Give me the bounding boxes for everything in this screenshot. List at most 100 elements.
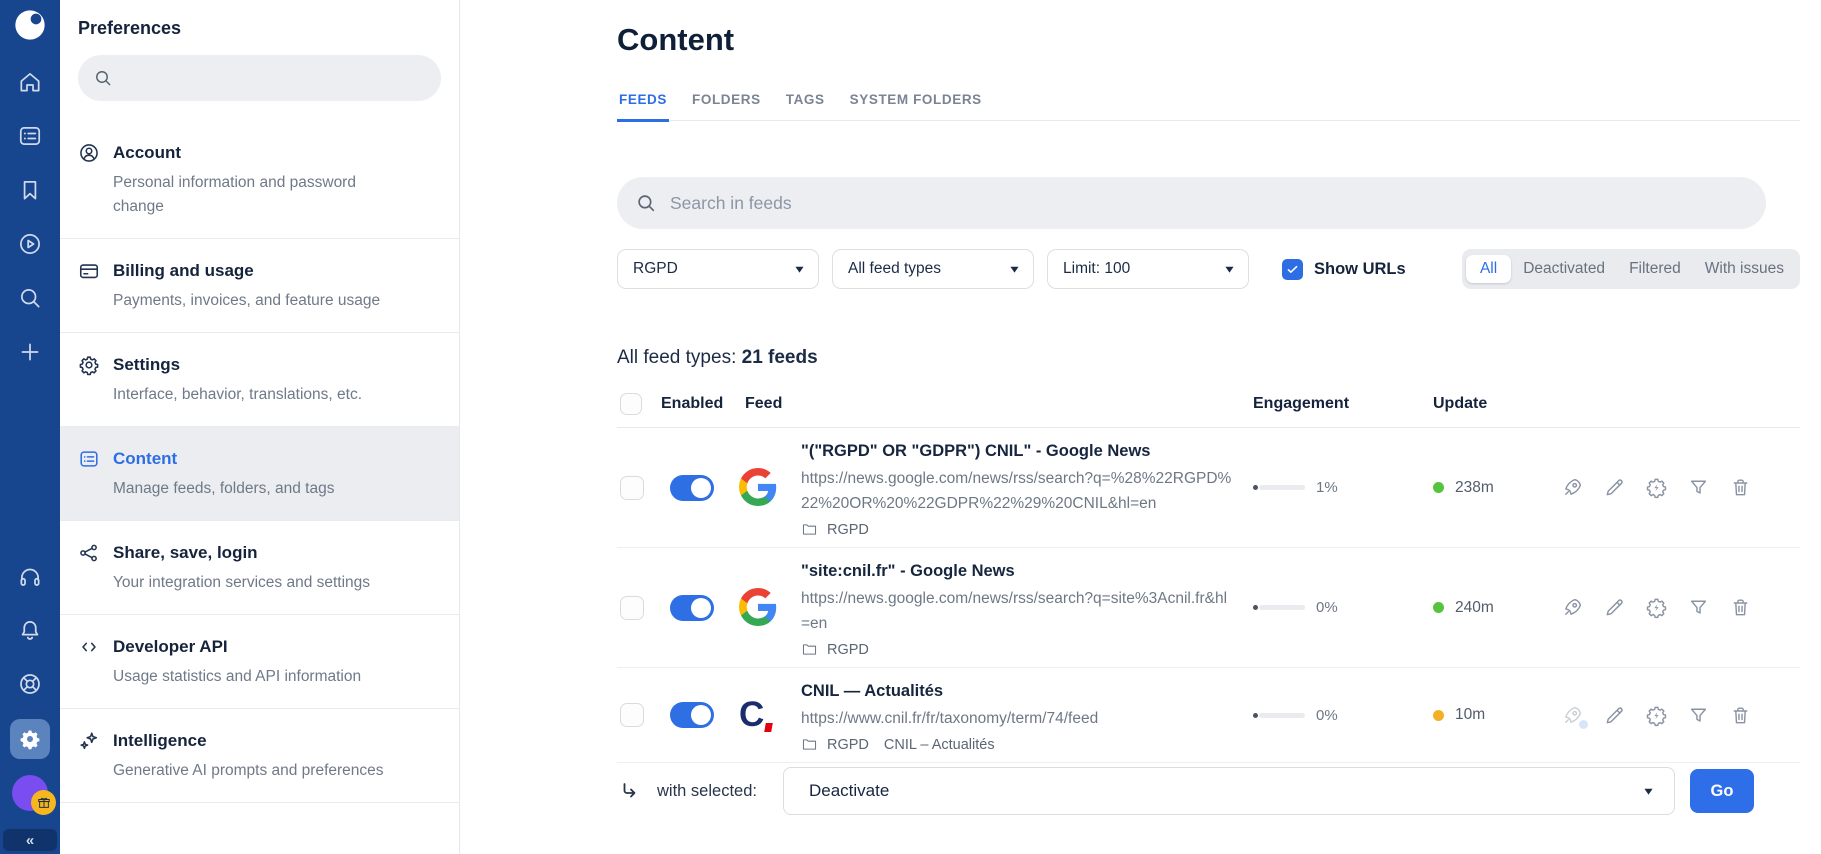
engagement-bar — [1259, 485, 1305, 490]
delete-trash-icon[interactable] — [1729, 596, 1752, 619]
bookmark-icon[interactable] — [17, 177, 43, 203]
gear-icon — [79, 356, 99, 376]
sidebar-item-desc: Usage statistics and API information — [113, 668, 362, 685]
tab-system-folders[interactable]: SYSTEM FOLDERS — [848, 92, 984, 120]
chevron-down-icon — [1644, 788, 1653, 795]
sidebar-item-intelligence[interactable]: Intelligence Generative AI prompts and p… — [60, 709, 459, 803]
profile-avatar[interactable] — [12, 775, 56, 815]
table-row: "("RGPD" OR "GDPR") CNIL" - Google News … — [617, 428, 1800, 548]
limit-select[interactable]: Limit: 100 — [1047, 249, 1249, 289]
bulk-action-select[interactable]: Deactivate — [782, 767, 1675, 815]
feed-url: https://news.google.com/news/rss/search?… — [801, 470, 1232, 512]
sidebar-search-input[interactable] — [123, 69, 441, 87]
feed-count-summary: All feed types: 21 feeds — [617, 347, 818, 368]
edit-pencil-icon[interactable] — [1603, 476, 1626, 499]
col-header-engagement: Engagement — [1253, 395, 1350, 412]
engagement-dot — [1253, 712, 1258, 718]
support-lifering-icon[interactable] — [17, 671, 43, 697]
update-cell: 10m — [1433, 706, 1561, 724]
col-header-feed: Feed — [745, 395, 783, 412]
row-actions — [1561, 704, 1800, 729]
sidebar-item-share-save-login[interactable]: Share, save, login Your integration serv… — [60, 521, 459, 615]
sidebar-item-billing[interactable]: Billing and usage Payments, invoices, an… — [60, 239, 459, 333]
automation-zap-icon[interactable] — [1645, 476, 1668, 499]
headphones-icon[interactable] — [17, 563, 43, 589]
enabled-toggle[interactable] — [670, 702, 714, 728]
enabled-toggle[interactable] — [670, 474, 714, 501]
sidebar-item-content[interactable]: Content Manage feeds, folders, and tags — [60, 427, 459, 521]
segment-deactivated[interactable]: Deactivated — [1511, 255, 1617, 283]
feed-logo-cnil: C — [739, 695, 777, 735]
sidebar-item-desc: Personal information and password change — [113, 174, 356, 215]
app-rail: « — [0, 0, 60, 854]
feeds-search[interactable] — [617, 177, 1766, 229]
code-icon — [82, 642, 96, 652]
folder-tag[interactable]: RGPD — [827, 642, 869, 658]
folder-tag[interactable]: CNIL – Actualités — [884, 737, 995, 753]
search-icon — [638, 195, 655, 212]
filter-funnel-icon[interactable] — [1687, 476, 1710, 499]
add-icon[interactable] — [17, 339, 43, 365]
sidebar-search[interactable] — [78, 55, 441, 101]
engagement-bar — [1259, 712, 1305, 718]
settings-active-tile[interactable] — [10, 719, 50, 759]
list-box-icon — [80, 451, 98, 467]
row-checkbox[interactable] — [620, 475, 644, 500]
feed-title: "site:cnil.fr" - Google News — [801, 562, 1015, 580]
edit-pencil-icon[interactable] — [1603, 596, 1626, 619]
sidebar-item-settings[interactable]: Settings Interface, behavior, translatio… — [60, 333, 459, 427]
feed-type-select[interactable]: All feed types — [832, 249, 1034, 289]
credit-card-icon — [79, 264, 99, 279]
filter-funnel-icon[interactable] — [1687, 704, 1710, 727]
gift-badge-icon[interactable] — [31, 790, 56, 815]
boost-rocket-icon[interactable] — [1561, 476, 1584, 499]
show-urls-toggle[interactable]: Show URLs — [1282, 258, 1406, 280]
automation-zap-icon[interactable] — [1645, 704, 1668, 727]
update-value: 238m — [1455, 478, 1494, 496]
folder-tag[interactable]: RGPD — [827, 522, 869, 538]
boost-rocket-icon[interactable] — [1561, 596, 1584, 619]
delete-trash-icon[interactable] — [1729, 476, 1752, 499]
tab-tags[interactable]: TAGS — [784, 92, 827, 120]
select-all-checkbox[interactable] — [620, 393, 642, 415]
boost-badge-dot — [1579, 719, 1588, 729]
segment-filtered[interactable]: Filtered — [1617, 255, 1693, 283]
corner-arrow-icon — [617, 779, 641, 803]
chevron-down-icon — [795, 266, 804, 273]
tab-feeds[interactable]: FEEDS — [617, 92, 670, 122]
sidebar-item-desc: Generative AI prompts and preferences — [113, 762, 384, 779]
row-checkbox[interactable] — [620, 595, 644, 620]
go-button[interactable]: Go — [1690, 769, 1754, 813]
sidebar-item-account[interactable]: Account Personal information and passwor… — [60, 121, 459, 239]
sidebar-item-developer-api[interactable]: Developer API Usage statistics and API i… — [60, 615, 459, 709]
search-icon[interactable] — [17, 285, 43, 311]
folder-filter-select[interactable]: RGPD — [617, 249, 819, 289]
discover-icon[interactable] — [17, 231, 43, 257]
notifications-bell-icon[interactable] — [17, 617, 43, 643]
row-checkbox[interactable] — [620, 703, 644, 727]
feeds-search-input[interactable] — [670, 192, 1766, 214]
automation-zap-icon[interactable] — [1645, 596, 1668, 619]
tab-folders[interactable]: FOLDERS — [690, 92, 763, 120]
checkbox-checked-icon[interactable] — [1282, 258, 1303, 280]
collapse-rail-button[interactable]: « — [3, 829, 57, 851]
boost-rocket-icon-inactive[interactable] — [1561, 704, 1588, 729]
filter-row: RGPD All feed types Limit: 100 Show URLs… — [617, 249, 1800, 289]
filter-funnel-icon[interactable] — [1687, 596, 1710, 619]
feed-folders: RGPD — [801, 641, 1233, 658]
update-value: 240m — [1455, 598, 1494, 616]
edit-pencil-icon[interactable] — [1603, 704, 1626, 727]
delete-trash-icon[interactable] — [1729, 704, 1752, 727]
articles-icon[interactable] — [17, 123, 43, 149]
folder-icon — [802, 644, 817, 655]
feed-folders: RGPD CNIL – Actualités — [801, 736, 1233, 753]
home-icon[interactable] — [17, 69, 43, 95]
folder-tag[interactable]: RGPD — [827, 737, 869, 753]
app-logo[interactable] — [14, 9, 46, 41]
segment-with-issues[interactable]: With issues — [1693, 255, 1796, 283]
enabled-toggle[interactable] — [670, 594, 714, 621]
chevron-down-icon — [1010, 266, 1019, 273]
segment-all[interactable]: All — [1465, 255, 1512, 283]
feed-info: "("RGPD" OR "GDPR") CNIL" - Google News … — [801, 428, 1253, 547]
gear-icon — [20, 730, 40, 750]
